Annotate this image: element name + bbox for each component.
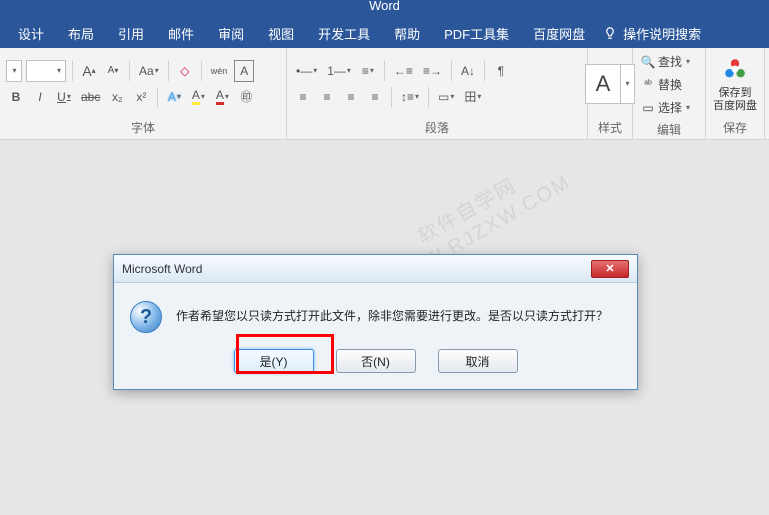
shading-button[interactable]: ▭▾ (435, 86, 457, 108)
increase-indent-button[interactable]: ≡→ (420, 60, 445, 82)
decrease-indent-button[interactable]: ←≡ (391, 60, 416, 82)
tab-baidu-netdisk[interactable]: 百度网盘 (521, 18, 597, 49)
subscript-button[interactable]: x₂ (107, 86, 127, 108)
save-line1: 保存到 (713, 87, 757, 100)
font-name-combo[interactable]: ▾ (6, 60, 22, 82)
dialog-yes-button[interactable]: 是(Y) (234, 349, 314, 373)
replace-label: 替换 (658, 76, 682, 93)
group-editing-label: 编辑 (633, 121, 705, 141)
change-case-button[interactable]: Aa▾ (136, 60, 162, 82)
close-icon: ✕ (605, 262, 614, 275)
dialog-no-button[interactable]: 否(N) (336, 349, 416, 373)
font-size-combo[interactable]: ▾ (26, 60, 66, 82)
italic-button[interactable]: I (30, 86, 50, 108)
dialog-cancel-button[interactable]: 取消 (438, 349, 518, 373)
phonetic-guide-button[interactable]: wén (208, 60, 231, 82)
dialog-title-text: Microsoft Word (122, 262, 202, 276)
group-paragraph: •—▾ 1—▾ ≡▾ ←≡ ≡→ A↓ ¶ ≡ ≡ ≡ ≡ ↕≡▾ ▭▾ (287, 48, 588, 139)
save-line2: 百度网盘 (713, 100, 757, 113)
group-font-label: 字体 (0, 119, 286, 139)
group-styles-label: 样式 (588, 119, 632, 139)
tab-design[interactable]: 设计 (6, 18, 56, 49)
align-justify-button[interactable]: ≡ (365, 86, 385, 108)
dialog-titlebar[interactable]: Microsoft Word ✕ (114, 255, 637, 283)
bold-button[interactable]: B (6, 86, 26, 108)
bullets-button[interactable]: •—▾ (293, 60, 320, 82)
select-icon: ▭ (641, 101, 655, 115)
tab-help[interactable]: 帮助 (382, 18, 432, 49)
multilevel-button[interactable]: ≡▾ (358, 60, 378, 82)
align-center-button[interactable]: ≡ (317, 86, 337, 108)
strikethrough-button[interactable]: abc (78, 86, 103, 108)
increase-font-button[interactable]: A▴ (79, 60, 99, 82)
text-effects-button[interactable]: A▾ (164, 86, 184, 108)
baidu-netdisk-icon[interactable] (721, 55, 749, 83)
tab-view[interactable]: 视图 (256, 18, 306, 49)
question-icon: ? (130, 301, 162, 333)
decrease-font-button[interactable]: A▾ (103, 60, 123, 82)
group-font: ▾ ▾ A▴ A▾ Aa▾ ◇ wén A B I U▾ abc x₂ x² (0, 48, 287, 139)
char-border-button[interactable]: A (234, 60, 254, 82)
tab-pdf-tools[interactable]: PDF工具集 (432, 18, 521, 49)
tell-me-label: 操作说明搜索 (623, 24, 701, 43)
sort-button[interactable]: A↓ (458, 60, 478, 82)
borders-button[interactable]: 田▾ (461, 86, 484, 108)
dialog-close-button[interactable]: ✕ (591, 260, 629, 278)
ribbon-tab-bar: 设计 布局 引用 邮件 审阅 视图 开发工具 帮助 PDF工具集 百度网盘 操作… (0, 18, 769, 48)
find-button[interactable]: 🔍 查找▾ (639, 52, 699, 71)
select-label: 选择 (658, 99, 682, 116)
group-save-label: 保存 (706, 119, 764, 139)
replace-button[interactable]: ᵃᵇ 替换 (639, 75, 699, 94)
group-editing: 🔍 查找▾ ᵃᵇ 替换 ▭ 选择▾ 编辑 (633, 48, 706, 139)
dialog-message: 作者希望您以只读方式打开此文件，除非您需要进行更改。是否以只读方式打开？ (176, 301, 608, 324)
line-spacing-button[interactable]: ↕≡▾ (398, 86, 422, 108)
font-color-button[interactable]: A▾ (212, 86, 232, 108)
tab-developer[interactable]: 开发工具 (306, 18, 382, 49)
group-save-baidu: 保存到 百度网盘 保存 (706, 48, 765, 139)
lightbulb-icon (603, 26, 617, 40)
select-button[interactable]: ▭ 选择▾ (639, 98, 699, 117)
find-label: 查找 (658, 53, 682, 70)
group-styles: A ▾ 样式 (588, 48, 633, 139)
tell-me-search[interactable]: 操作说明搜索 (597, 24, 701, 43)
show-marks-button[interactable]: ¶ (491, 60, 511, 82)
replace-icon: ᵃᵇ (641, 78, 655, 92)
align-right-button[interactable]: ≡ (341, 86, 361, 108)
search-icon: 🔍 (641, 55, 655, 69)
group-paragraph-label: 段落 (287, 119, 587, 139)
tab-mailings[interactable]: 邮件 (156, 18, 206, 49)
app-title-bar: Word (0, 0, 769, 18)
enclose-char-button[interactable]: ㊞ (236, 86, 256, 108)
tab-references[interactable]: 引用 (106, 18, 156, 49)
numbering-button[interactable]: 1—▾ (324, 60, 354, 82)
highlight-button[interactable]: A▾ (188, 86, 208, 108)
tab-layout[interactable]: 布局 (56, 18, 106, 49)
superscript-button[interactable]: x² (131, 86, 151, 108)
save-baidu-button[interactable]: 保存到 百度网盘 (713, 87, 757, 113)
tab-review[interactable]: 审阅 (206, 18, 256, 49)
align-left-button[interactable]: ≡ (293, 86, 313, 108)
readonly-dialog: Microsoft Word ✕ ? 作者希望您以只读方式打开此文件，除非您需要… (113, 254, 638, 390)
ribbon: ▾ ▾ A▴ A▾ Aa▾ ◇ wén A B I U▾ abc x₂ x² (0, 48, 769, 140)
clear-format-button[interactable]: ◇ (175, 60, 195, 82)
style-gallery[interactable]: A (585, 64, 621, 104)
underline-button[interactable]: U▾ (54, 86, 74, 108)
